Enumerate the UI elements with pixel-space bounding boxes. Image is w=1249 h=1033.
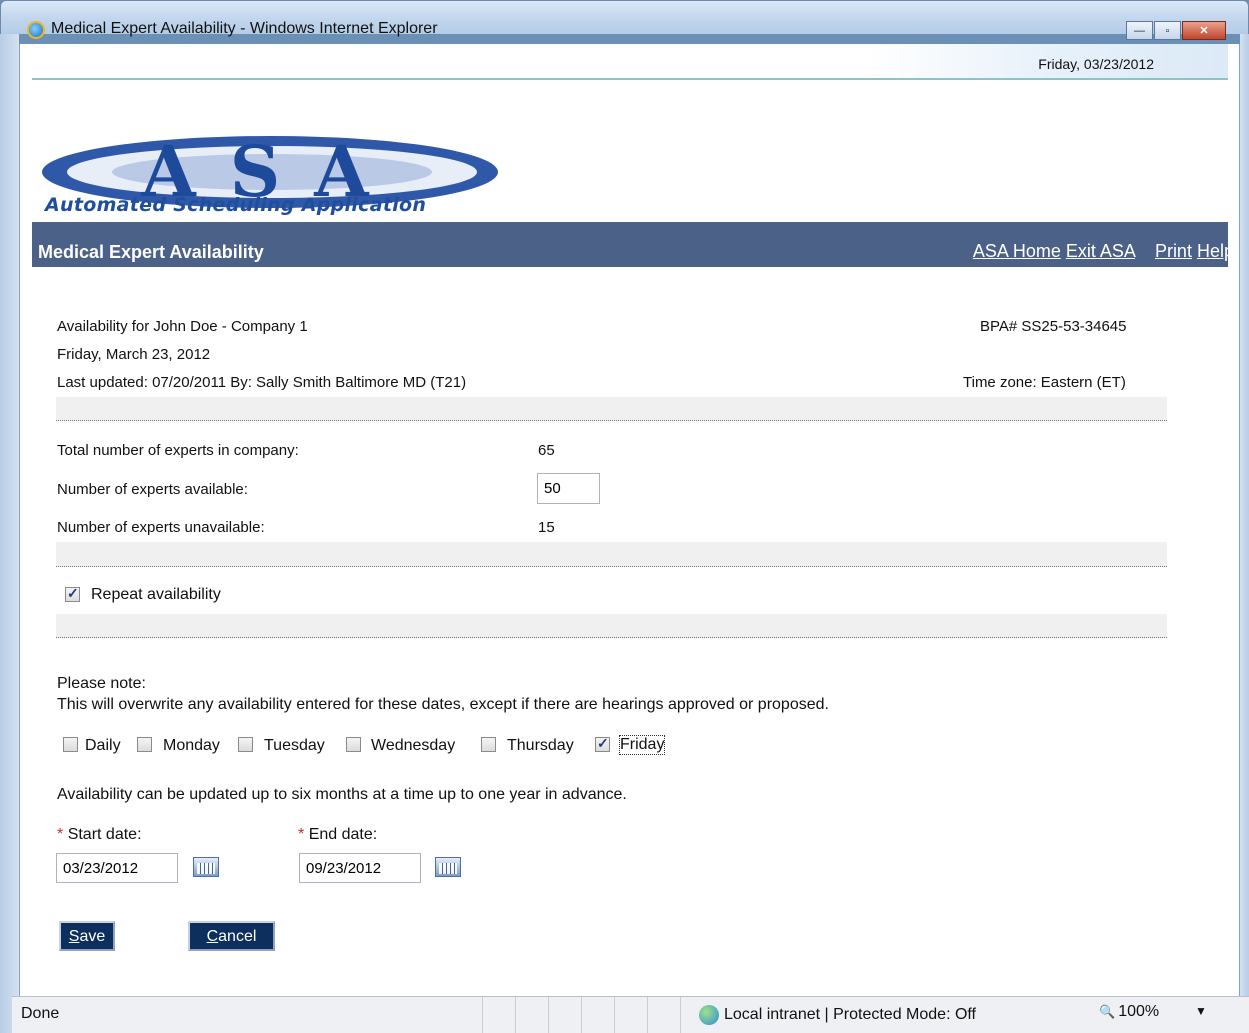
monday-checkbox[interactable] <box>137 737 152 752</box>
window-right-border <box>1240 34 1249 1033</box>
thursday-checkbox[interactable] <box>481 737 496 752</box>
total-experts-value: 65 <box>538 442 555 459</box>
availability-date: Friday, March 23, 2012 <box>57 346 211 363</box>
exit-asa-link[interactable]: Exit ASA <box>1066 241 1135 261</box>
calendar-icon[interactable] <box>435 857 461 877</box>
cancel-button[interactable]: Cancel <box>188 921 275 951</box>
tuesday-label: Tuesday <box>264 737 325 754</box>
advance-note: Availability can be updated up to six mo… <box>57 786 627 803</box>
globe-icon <box>699 1005 719 1025</box>
monday-label: Monday <box>163 737 220 754</box>
page-content: Friday, 03/23/2012 ASA Automated Schedul… <box>19 44 1240 999</box>
security-zone-text: Local intranet | Protected Mode: Off <box>724 1006 976 1023</box>
required-mark: * <box>57 826 64 843</box>
help-link[interactable]: Help <box>1197 241 1234 261</box>
end-date-label: * End date: <box>298 826 378 843</box>
header-links: ASA Home Exit ASA Print Help <box>973 241 1234 262</box>
separator <box>56 542 1167 567</box>
logo-tagline: Automated Scheduling Application <box>45 194 427 216</box>
end-date-input[interactable] <box>299 853 421 883</box>
required-mark: * <box>298 826 305 843</box>
window-title: Medical Expert Availability - Windows In… <box>51 20 438 37</box>
start-date-label: * Start date: <box>57 826 142 843</box>
friday-checkbox[interactable] <box>595 735 610 752</box>
separator <box>56 397 1167 421</box>
tuesday-checkbox[interactable] <box>238 737 253 752</box>
close-button[interactable]: ✕ <box>1182 21 1226 40</box>
zoom-dropdown-icon[interactable]: ▼ <box>1195 1004 1207 1018</box>
calendar-icon[interactable] <box>193 857 219 877</box>
bpa-number: BPA# SS25-53-34645 <box>980 318 1127 335</box>
unavailable-experts-value: 15 <box>538 519 555 536</box>
wednesday-label: Wednesday <box>371 737 456 754</box>
status-bar: Done Local intranet | Protected Mode: Of… <box>12 996 1249 1033</box>
date-bar: Friday, 03/23/2012 <box>32 44 1228 80</box>
status-text: Done <box>21 1005 60 1022</box>
unavailable-experts-label: Number of experts unavailable: <box>57 519 265 536</box>
friday-label: Friday <box>618 735 666 755</box>
repeat-availability-label: Repeat availability <box>91 586 221 603</box>
wednesday-checkbox[interactable] <box>346 737 361 752</box>
available-experts-label: Number of experts available: <box>57 481 248 498</box>
security-zone[interactable]: Local intranet | Protected Mode: Off <box>699 1005 976 1025</box>
note-text: This will overwrite any availability ent… <box>57 696 829 713</box>
page-title: Medical Expert Availability <box>38 242 264 262</box>
status-cells <box>482 997 713 1033</box>
asa-home-link[interactable]: ASA Home <box>973 241 1061 261</box>
separator <box>56 614 1167 638</box>
page-header: Medical Expert Availability ASA Home Exi… <box>32 222 1234 267</box>
print-link[interactable]: Print <box>1155 241 1192 261</box>
total-experts-label: Total number of experts in company: <box>57 442 299 459</box>
zoom-icon: 🔍 <box>1099 1004 1116 1019</box>
daily-checkbox[interactable] <box>63 737 78 752</box>
available-experts-input[interactable] <box>537 473 600 504</box>
zoom-level: 100% <box>1118 1003 1160 1020</box>
repeat-availability-checkbox[interactable] <box>65 585 80 602</box>
zoom-control[interactable]: 🔍 100% <box>1099 1003 1159 1021</box>
daily-label: Daily <box>85 737 121 754</box>
last-updated: Last updated: 07/20/2011 By: Sally Smith… <box>57 374 467 391</box>
note-heading: Please note: <box>57 675 146 692</box>
time-zone: Time zone: Eastern (ET) <box>963 374 1126 391</box>
start-date-input[interactable] <box>56 853 178 883</box>
window-left-border <box>0 34 19 1033</box>
thursday-label: Thursday <box>507 737 574 754</box>
minimize-button[interactable]: — <box>1126 21 1153 40</box>
window-controls: — ▫ ✕ <box>1126 21 1226 40</box>
availability-for: Availability for John Doe - Company 1 <box>57 318 308 335</box>
maximize-button[interactable]: ▫ <box>1154 21 1181 40</box>
current-date: Friday, 03/23/2012 <box>1038 56 1154 72</box>
internet-explorer-icon <box>27 21 45 39</box>
save-button[interactable]: Save <box>59 921 115 951</box>
